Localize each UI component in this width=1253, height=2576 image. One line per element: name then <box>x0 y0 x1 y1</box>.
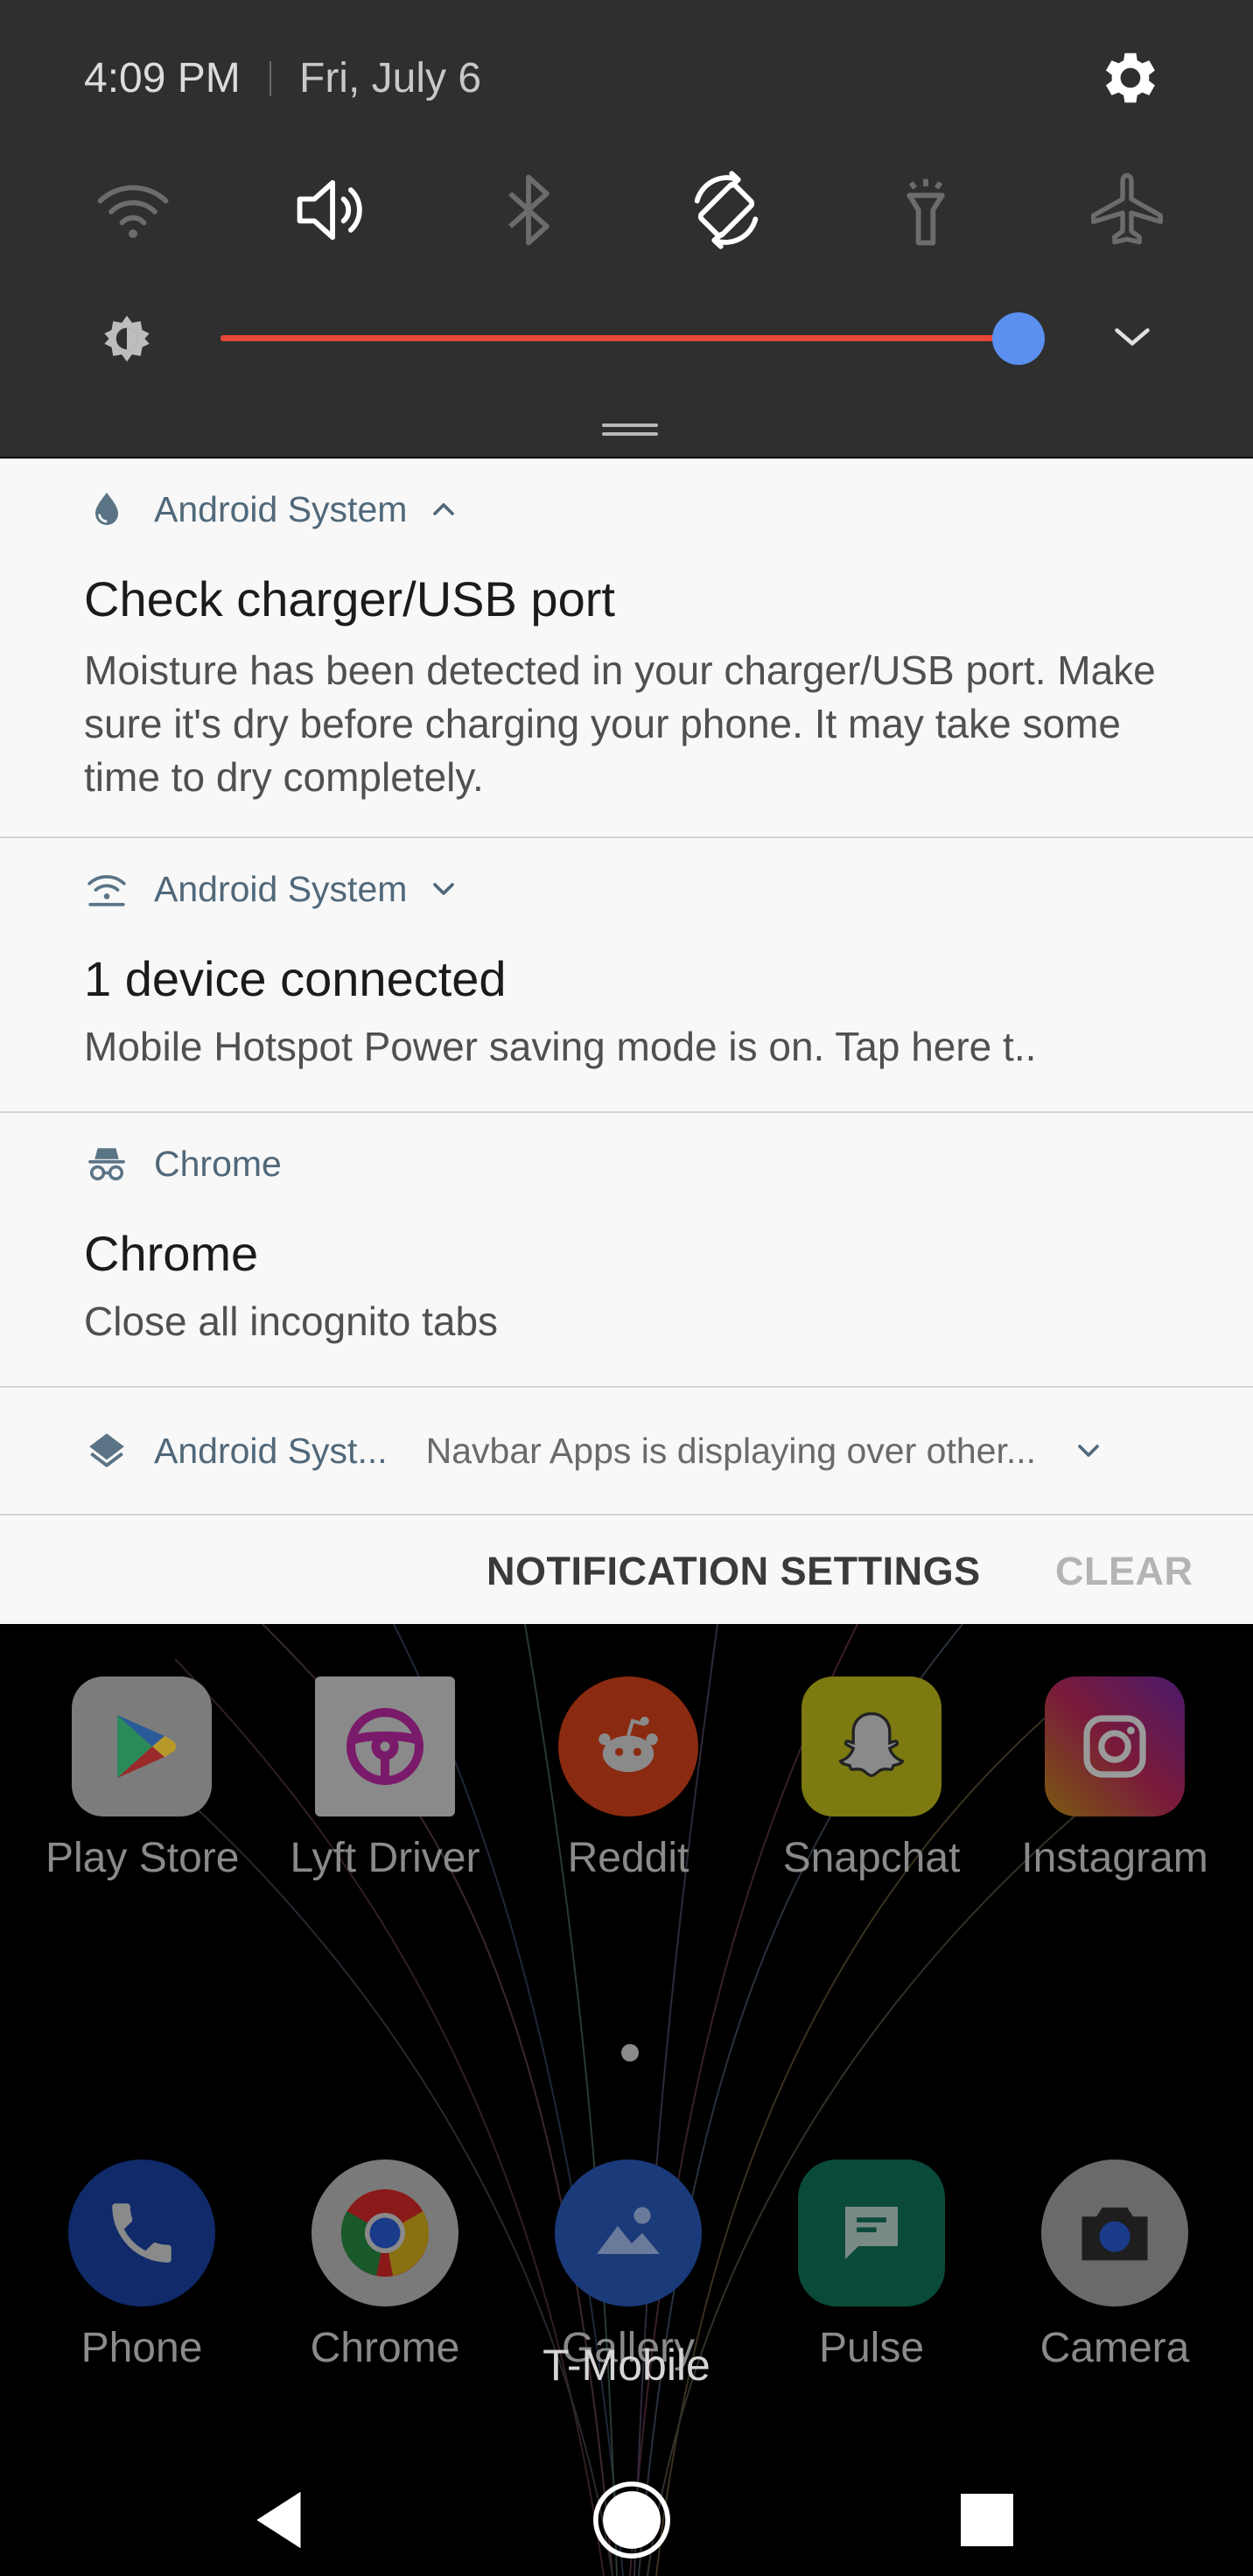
volume-icon <box>297 179 362 241</box>
pulse-icon <box>798 2160 945 2306</box>
lyft-driver-icon <box>315 1676 455 1816</box>
auto-rotate-tile[interactable] <box>682 166 770 254</box>
back-triangle-icon <box>256 2491 301 2549</box>
phone-icon <box>68 2160 215 2306</box>
back-button[interactable] <box>226 2464 338 2576</box>
quick-settings-panel: 4:09 PM Fri, July 6 <box>0 0 1253 457</box>
wifi-icon <box>97 185 169 239</box>
carrier-label: T-Mobile <box>542 2341 710 2390</box>
status-date: Fri, July 6 <box>299 55 482 102</box>
snapchat-icon <box>802 1676 942 1816</box>
home-button[interactable] <box>576 2464 688 2576</box>
airplane-tile[interactable] <box>1083 166 1171 254</box>
flashlight-tile[interactable] <box>882 166 970 254</box>
app-lyft-driver[interactable]: Lyft Driver <box>289 1676 481 1882</box>
app-instagram[interactable]: Instagram <box>1018 1676 1211 1882</box>
notification-header: Android System <box>84 485 461 534</box>
settings-gear-icon[interactable] <box>1094 44 1162 112</box>
app-label: Snapchat <box>782 1835 961 1881</box>
app-label: Instagram <box>1021 1835 1208 1881</box>
notification-title: Chrome <box>84 1226 259 1281</box>
app-snapchat[interactable]: Snapchat <box>775 1676 968 1882</box>
app-label: Reddit <box>567 1835 690 1881</box>
notification-app-name: Android System <box>154 868 408 909</box>
notification-hotspot[interactable]: Android System 1 device connected Mobile… <box>0 838 1253 1113</box>
notification-app-name: Android System <box>154 488 408 529</box>
page-indicator-dot <box>621 2044 639 2062</box>
drag-handle-line-bottom[interactable] <box>602 432 658 436</box>
notification-title: 1 device connected <box>84 951 507 1006</box>
flashlight-icon <box>906 178 945 246</box>
gallery-icon <box>555 2160 702 2306</box>
sound-tile[interactable] <box>287 166 374 254</box>
notification-app-name: Chrome <box>154 1143 282 1184</box>
notification-header: Android System <box>84 864 461 914</box>
instagram-icon <box>1045 1676 1185 1816</box>
home-screen: Play Store Lyft Driver Reddit Snapchat I… <box>0 1624 1253 2576</box>
hotspot-icon <box>84 866 130 912</box>
brightness-slider-track[interactable] <box>220 335 1018 341</box>
bluetooth-tile[interactable] <box>485 166 572 254</box>
notification-body: Moisture has been detected in your charg… <box>84 648 1156 800</box>
clear-all-button[interactable]: CLEAR <box>1055 1549 1194 1594</box>
app-label: Play Store <box>46 1835 240 1881</box>
reddit-icon <box>558 1676 698 1816</box>
notification-shade: Android System Check charger/USB port Mo… <box>0 458 1253 1628</box>
play-store-icon <box>72 1676 212 1816</box>
chevron-down-icon[interactable] <box>1071 1433 1106 1468</box>
brightness-slider-thumb[interactable] <box>992 312 1045 365</box>
notification-header: Chrome <box>84 1139 282 1188</box>
app-play-store[interactable]: Play Store <box>46 1676 240 1882</box>
bluetooth-icon <box>508 174 550 246</box>
notification-chrome[interactable]: Chrome Chrome Close all incognito tabs <box>0 1113 1253 1388</box>
recents-button[interactable] <box>931 2464 1043 2576</box>
incognito-icon <box>84 1141 130 1186</box>
notification-title: Check charger/USB port <box>84 571 615 626</box>
chevron-down-icon[interactable] <box>426 872 461 906</box>
chevron-down-icon[interactable] <box>1106 315 1158 359</box>
home-circle-icon <box>593 2482 670 2558</box>
chrome-icon <box>312 2160 458 2306</box>
camera-icon <box>1041 2160 1188 2306</box>
airplane-icon <box>1090 172 1164 245</box>
wifi-tile[interactable] <box>89 166 177 254</box>
app-label: Lyft Driver <box>290 1835 480 1881</box>
notification-settings-button[interactable]: NOTIFICATION SETTINGS <box>486 1549 981 1594</box>
brightness-icon <box>96 308 158 369</box>
layers-icon <box>84 1428 130 1474</box>
status-time: 4:09 PM <box>84 55 241 102</box>
app-reddit[interactable]: Reddit <box>532 1676 724 1882</box>
rotate-icon <box>694 171 759 249</box>
chevron-up-icon[interactable] <box>426 492 461 527</box>
notification-summary: Navbar Apps is displaying over other... <box>425 1430 1037 1471</box>
notification-body: Mobile Hotspot Power saving mode is on. … <box>84 1024 1037 1069</box>
navigation-bar <box>0 2464 1253 2576</box>
notification-body: Close all incognito tabs <box>84 1298 499 1344</box>
water-drop-icon <box>84 486 130 532</box>
recents-square-icon <box>961 2494 1013 2546</box>
notification-app-name: Android Syst... <box>154 1430 388 1471</box>
time-date-divider <box>270 61 271 96</box>
drag-handle-line-top[interactable] <box>602 424 658 427</box>
notification-footer: NOTIFICATION SETTINGS CLEAR <box>0 1516 1253 1628</box>
notification-header: Android Syst... Navbar Apps is displayin… <box>84 1426 1169 1475</box>
notification-moisture[interactable]: Android System Check charger/USB port Mo… <box>0 458 1253 838</box>
notification-overlay-collapsed[interactable]: Android Syst... Navbar Apps is displayin… <box>0 1388 1253 1516</box>
